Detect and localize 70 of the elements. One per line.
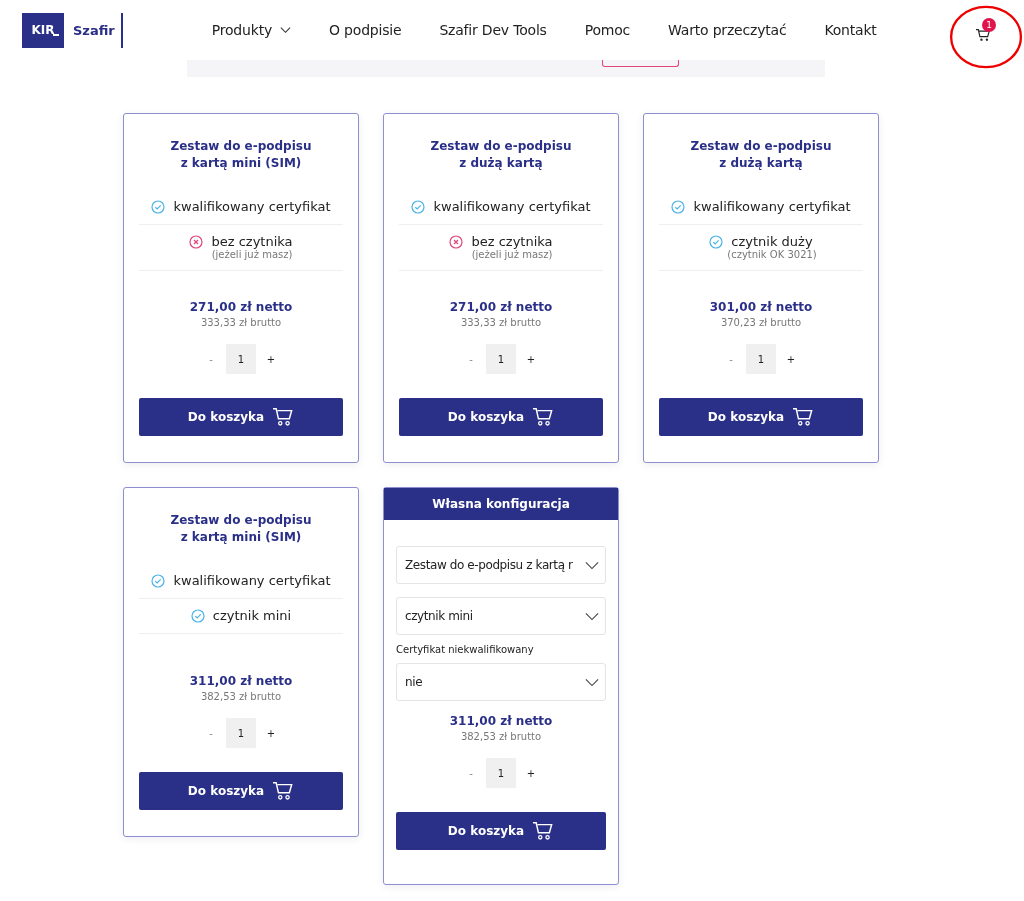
increase-button[interactable]: + [516,353,546,365]
net-price: 301,00 zł netto [709,300,813,314]
select-field[interactable]: nie [396,663,606,701]
product-title: Zestaw do e-podpisu z kartą mini (SIM) [169,512,313,546]
product-title: Zestaw do e-podpisu z dużą kartą [689,138,833,172]
card-header: Własna konfiguracja [384,488,618,520]
logo[interactable]: KIR Szafir [22,12,123,48]
select-label: Certyfikat niekwalifikowany [396,644,535,655]
add-to-cart-button[interactable]: Do koszyka [659,398,863,436]
feature-label: bez czytnika [471,234,553,249]
gross-price: 382,53 zł brutto [460,731,542,742]
cart-icon [272,407,295,427]
increase-button[interactable]: + [516,767,546,779]
chevron-down-icon [585,560,599,570]
select-field[interactable]: czytnik mini [396,597,606,635]
add-to-cart-button[interactable]: Do koszyka [139,398,343,436]
feature-label: kwalifikowany certyfikat [173,573,331,588]
cart-icon [272,781,295,801]
quantity-field[interactable]: 1 [226,718,256,748]
feature-note: (jeżeli już masz) [211,249,293,260]
feature-label: czytnik duży [731,234,813,249]
feature-note: (czytnik OK 3021) [727,249,817,260]
nav-link[interactable]: O podpisie [329,22,402,38]
decrease-button[interactable]: - [716,353,746,365]
gross-price: 333,33 zł brutto [200,317,282,328]
net-price: 311,00 zł netto [189,674,293,688]
decrease-button[interactable]: - [196,353,226,365]
quantity-field[interactable]: 1 [486,344,516,374]
cart-icon [792,407,815,427]
increase-button[interactable]: + [776,353,806,365]
quantity-field[interactable]: 1 [486,758,516,788]
add-to-cart-button[interactable]: Do koszyka [399,398,603,436]
increase-button[interactable]: + [256,353,286,365]
nav-link[interactable]: Kontakt [824,22,877,38]
feature-label: kwalifikowany certyfikat [693,199,851,214]
product-title: Zestaw do e-podpisu z dużą kartą [429,138,573,172]
feature-label: kwalifikowany certyfikat [433,199,591,214]
quantity-field[interactable]: 1 [226,344,256,374]
feature-label: czytnik mini [212,608,292,623]
cart-count-badge: 1 [982,18,996,32]
logo-text: Szafir [73,22,115,38]
net-price: 271,00 zł netto [449,300,553,314]
nav-link[interactable]: Szafir Dev Tools [439,22,547,38]
gross-price: 370,23 zł brutto [720,317,802,328]
quantity-field[interactable]: 1 [746,344,776,374]
chevron-down-icon [585,611,599,621]
feature-label: bez czytnika [211,234,293,249]
decrease-button[interactable]: - [456,767,486,779]
cart-icon [532,821,555,841]
net-price: 271,00 zł netto [189,300,293,314]
decrease-button[interactable]: - [196,727,226,739]
net-price: 311,00 zł netto [449,714,553,728]
add-to-cart-button[interactable]: Do koszyka [396,812,606,850]
cart-icon [532,407,555,427]
product-title: Zestaw do e-podpisu z kartą mini (SIM) [169,138,313,172]
feature-note: (jeżeli już masz) [471,249,553,260]
nav-link[interactable]: Produkty [211,22,291,38]
gross-price: 333,33 zł brutto [460,317,542,328]
gross-price: 382,53 zł brutto [200,691,282,702]
increase-button[interactable]: + [256,727,286,739]
chevron-down-icon [280,26,291,34]
chevron-down-icon [585,677,599,687]
nav-link[interactable]: Pomoc [584,22,631,38]
logo-mark: KIR [22,12,64,48]
decrease-button[interactable]: - [456,353,486,365]
select-field[interactable]: Zestaw do e-podpisu z kartą r [396,546,606,584]
nav-link[interactable]: Warto przeczytać [668,22,787,38]
add-to-cart-button[interactable]: Do koszyka [139,772,343,810]
cart-icon[interactable] [975,28,991,42]
feature-label: kwalifikowany certyfikat [173,199,331,214]
